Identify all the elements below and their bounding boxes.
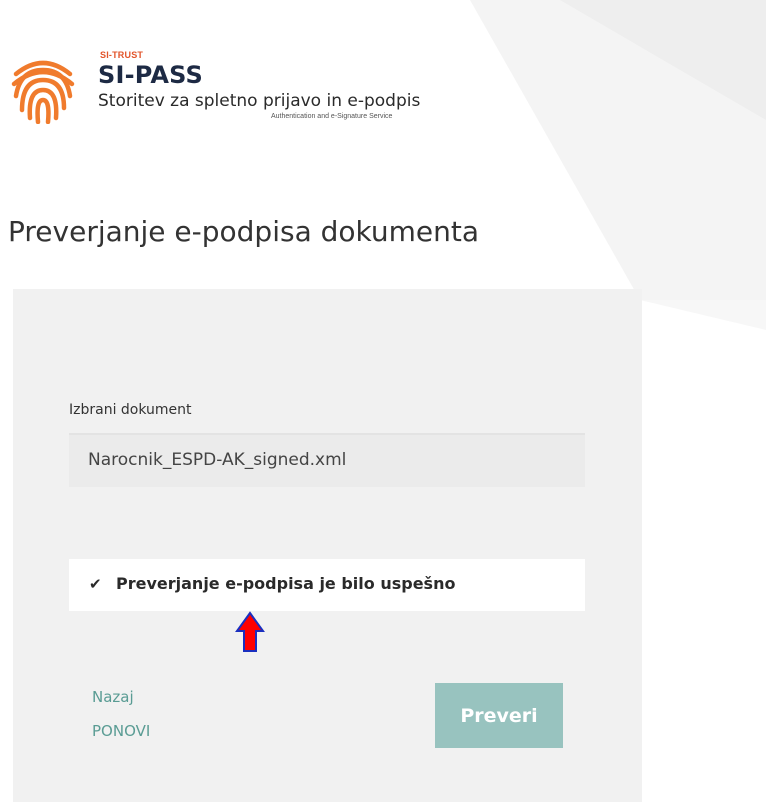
status-message: ✔ Preverjanje e-podpisa je bilo uspešno: [69, 559, 585, 611]
back-link[interactable]: Nazaj: [92, 688, 134, 706]
red-up-arrow-icon: [235, 611, 265, 652]
brand-name: SI-PASS: [98, 61, 204, 89]
verify-button[interactable]: Preveri: [435, 683, 563, 748]
check-icon: ✔: [89, 575, 102, 593]
document-field[interactable]: Narocnik_ESPD-AK_signed.xml: [69, 433, 585, 487]
fingerprint-icon: [11, 60, 75, 124]
brand-small-label: SI-TRUST: [100, 50, 144, 60]
verification-panel: Izbrani dokument Narocnik_ESPD-AK_signed…: [13, 289, 642, 802]
brand-tagline: Storitev za spletno prijavo in e-podpis: [98, 91, 421, 111]
document-field-label: Izbrani dokument: [69, 402, 192, 418]
repeat-link[interactable]: PONOVI: [92, 722, 150, 740]
page-title: Preverjanje e-podpisa dokumenta: [8, 215, 480, 248]
site-header: SI-TRUST SI-PASS Storitev za spletno pri…: [8, 48, 528, 138]
document-field-value: Narocnik_ESPD-AK_signed.xml: [88, 450, 347, 470]
brand-subtagline: Authentication and e-Signature Service: [271, 113, 393, 120]
status-text: Preverjanje e-podpisa je bilo uspešno: [116, 574, 456, 593]
